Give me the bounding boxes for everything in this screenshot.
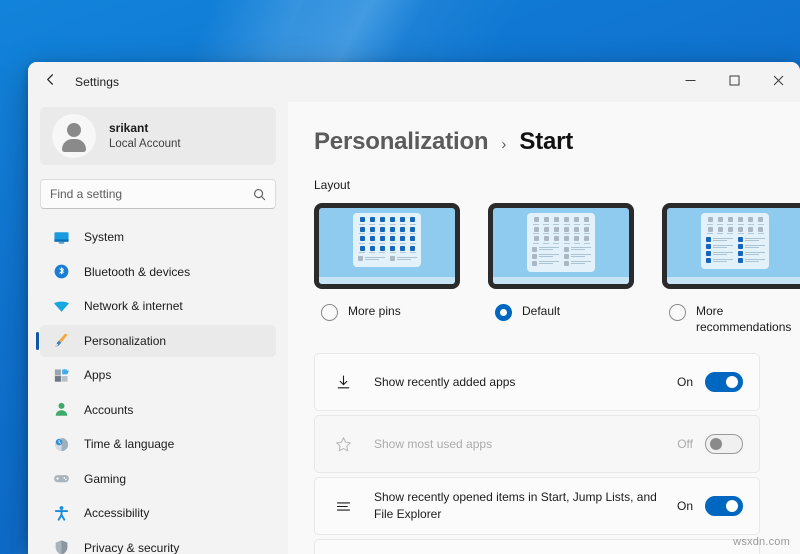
radio-default[interactable]: Default: [488, 303, 634, 321]
sidebar-item-privacy-security[interactable]: Privacy & security: [40, 532, 276, 554]
maximize-button[interactable]: [712, 62, 756, 98]
sidebar-item-label: Bluetooth & devices: [84, 264, 191, 279]
breadcrumb-current: Start: [519, 128, 574, 155]
search-icon: [253, 188, 266, 201]
setting-label: Show recently added apps: [374, 374, 516, 389]
radio-more-pins[interactable]: More pins: [314, 303, 460, 321]
person-icon: [52, 401, 70, 419]
setting-state: On: [676, 499, 693, 514]
account-subtitle: Local Account: [109, 137, 181, 150]
apps-grid-icon: [52, 366, 70, 384]
setting-row-partial[interactable]: [314, 539, 760, 554]
minimize-button[interactable]: [668, 62, 712, 98]
layout-preview-more-pins[interactable]: [314, 203, 460, 289]
download-arrow-icon: [333, 374, 353, 391]
layout-option-more-pins[interactable]: More pins: [314, 203, 460, 335]
sidebar-item-label: Personalization: [84, 333, 167, 348]
sidebar-item-personalization[interactable]: Personalization: [36, 324, 276, 357]
toggle-switch[interactable]: [705, 496, 743, 517]
settings-window: Settings srikant Local Account Find a se…: [28, 62, 800, 554]
shield-icon: [52, 539, 70, 554]
radio-label: More recommendations: [696, 304, 792, 335]
list-lines-icon: [333, 498, 353, 515]
title-bar: Settings: [28, 62, 800, 102]
window-title: Settings: [75, 75, 120, 89]
bluetooth-icon: [52, 263, 70, 281]
clock-globe-icon: [52, 435, 70, 453]
sidebar-item-gaming[interactable]: Gaming: [40, 463, 276, 495]
search-input[interactable]: Find a setting: [40, 179, 276, 209]
sidebar-item-label: Accessibility: [84, 506, 150, 520]
radio-button[interactable]: [495, 304, 512, 321]
wifi-icon: [52, 297, 70, 315]
radio-more-recommendations[interactable]: More recommendations: [662, 303, 800, 335]
setting-row-show-recently-added-apps[interactable]: Show recently added apps On: [314, 353, 760, 412]
setting-row-show-recently-opened-items[interactable]: Show recently opened items in Start, Jum…: [314, 477, 760, 536]
sidebar-item-time-language[interactable]: Time & language: [40, 428, 276, 460]
sidebar: srikant Local Account Find a setting Sys…: [28, 102, 288, 554]
window-controls: [668, 62, 800, 102]
sidebar-item-label: Network & internet: [84, 299, 183, 313]
sidebar-item-apps[interactable]: Apps: [40, 359, 276, 391]
sidebar-item-label: Gaming: [84, 471, 127, 486]
sidebar-item-label: Time & language: [84, 437, 175, 451]
layout-preview-default[interactable]: [488, 203, 634, 289]
star-outline-icon: [333, 436, 353, 453]
breadcrumb: Personalization › Start: [314, 128, 776, 156]
back-arrow-icon: [43, 72, 58, 92]
sidebar-item-accessibility[interactable]: Accessibility: [40, 497, 276, 529]
radio-label: Default: [522, 304, 561, 318]
sidebar-item-bluetooth-devices[interactable]: Bluetooth & devices: [40, 256, 276, 288]
close-button[interactable]: [756, 62, 800, 98]
sidebar-item-label: System: [84, 230, 125, 244]
section-label-layout: Layout: [314, 178, 351, 192]
layout-option-default[interactable]: Default: [488, 203, 634, 335]
layout-preview-more-recommendations[interactable]: [662, 203, 800, 289]
radio-button[interactable]: [669, 304, 686, 321]
setting-state: On: [676, 375, 693, 390]
radio-label: More pins: [348, 304, 401, 318]
setting-label: Show recently opened items in Start, Jum…: [374, 489, 657, 522]
layout-options: More pins Default More recommendations: [314, 203, 800, 335]
sidebar-item-label: Privacy & security: [84, 540, 180, 554]
settings-rows: Show recently added apps On Show most us…: [314, 353, 776, 554]
main-content: Personalization › Start Layout More pins…: [288, 102, 800, 554]
breadcrumb-parent[interactable]: Personalization: [314, 128, 489, 156]
radio-button[interactable]: [321, 304, 338, 321]
account-card[interactable]: srikant Local Account: [40, 107, 276, 165]
setting-row-show-most-used-apps: Show most used apps Off: [314, 415, 760, 474]
sidebar-item-label: Apps: [84, 368, 112, 382]
account-name: srikant: [109, 120, 149, 135]
breadcrumb-separator-icon: ›: [501, 136, 507, 153]
setting-state: Off: [677, 437, 693, 452]
gamepad-icon: [52, 470, 70, 488]
user-avatar-icon: [52, 114, 96, 158]
sidebar-nav: System Bluetooth & devices Network & int…: [36, 221, 280, 554]
toggle-switch[interactable]: [705, 372, 743, 393]
search-placeholder: Find a setting: [50, 187, 123, 201]
layout-option-more-recommendations[interactable]: More recommendations: [662, 203, 800, 335]
sidebar-item-label: Accounts: [84, 402, 134, 417]
back-button[interactable]: [35, 67, 65, 97]
toggle-switch[interactable]: [705, 434, 743, 455]
sidebar-item-system[interactable]: System: [40, 221, 276, 253]
watermark: wsxdn.com: [733, 536, 790, 548]
sidebar-item-network-internet[interactable]: Network & internet: [40, 290, 276, 322]
paintbrush-icon: [52, 332, 70, 350]
monitor-icon: [52, 228, 70, 246]
setting-label: Show most used apps: [374, 436, 493, 451]
accessibility-icon: [52, 504, 70, 522]
sidebar-item-accounts[interactable]: Accounts: [40, 394, 276, 426]
